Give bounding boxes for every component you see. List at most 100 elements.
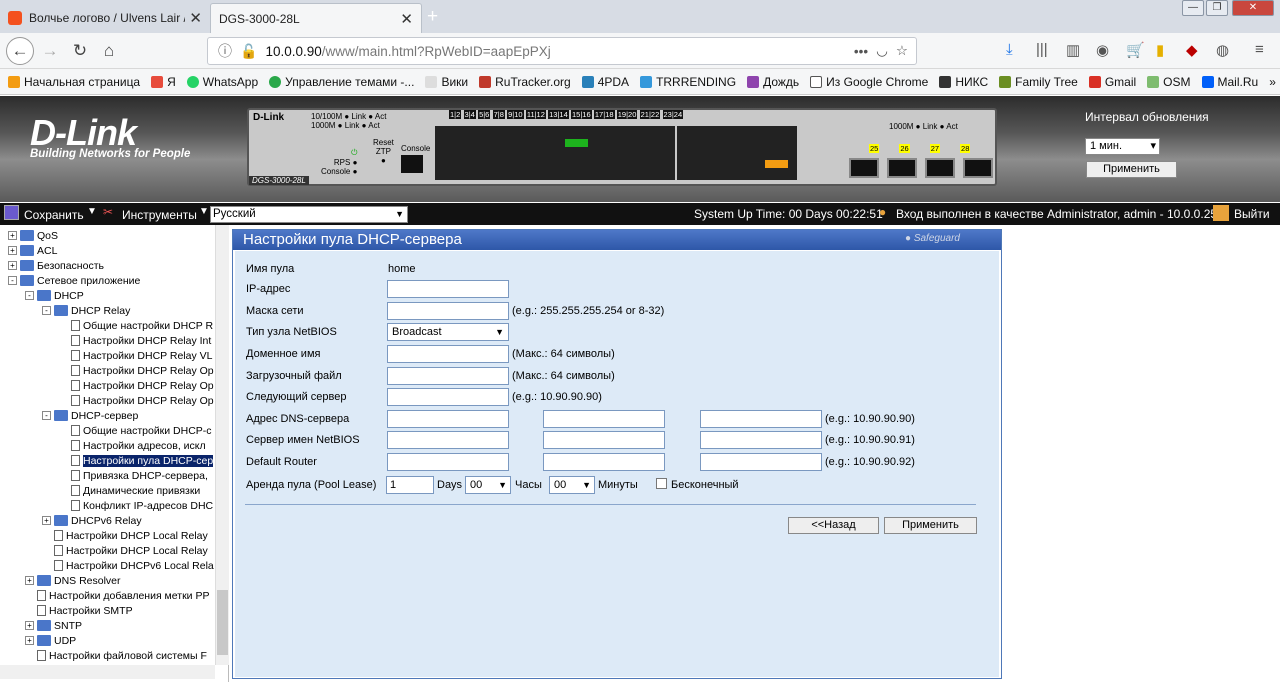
save-menu[interactable]: Сохранить bbox=[24, 208, 84, 222]
expand-icon[interactable]: + bbox=[8, 261, 17, 270]
tools-icon[interactable]: ✂ bbox=[103, 205, 113, 219]
expand-icon[interactable]: + bbox=[42, 516, 51, 525]
tree-node[interactable]: Привязка DHCP-сервера, bbox=[59, 468, 208, 483]
apply-button[interactable]: Применить bbox=[884, 517, 977, 534]
close-icon[interactable]: ✕ bbox=[189, 9, 202, 27]
expand-icon[interactable]: + bbox=[8, 246, 17, 255]
tree-node[interactable]: Динамические привязки bbox=[59, 483, 200, 498]
bookmark-flag-icon[interactable]: ▮ bbox=[1156, 41, 1164, 59]
bookmark-item[interactable]: WhatsApp bbox=[186, 75, 258, 89]
bookmark-item[interactable]: Дождь bbox=[747, 75, 799, 89]
more-bookmarks-icon[interactable]: » bbox=[1269, 75, 1276, 89]
interval-apply-button[interactable]: Применить bbox=[1086, 161, 1177, 178]
tree-horizontal-scrollbar[interactable] bbox=[0, 665, 215, 679]
tree-node[interactable]: Общие настройки DHCP R bbox=[59, 318, 213, 333]
page-actions-icon[interactable]: ••• bbox=[854, 44, 868, 59]
bookmark-item[interactable]: НИКС bbox=[939, 75, 988, 89]
tree-node[interactable]: + DNS Resolver bbox=[25, 573, 121, 588]
window-close-icon[interactable]: ✕ bbox=[1232, 0, 1274, 16]
info-icon[interactable]: ⓘ bbox=[218, 41, 232, 61]
language-select[interactable]: Русский ▼ bbox=[210, 206, 408, 223]
tree-node[interactable]: + ACL bbox=[8, 243, 57, 258]
lease-days-input[interactable]: 1 bbox=[386, 476, 434, 494]
tree-node[interactable]: Настройки DHCPv6 Local Rela bbox=[42, 558, 214, 573]
bookmark-item[interactable]: TRRRENDING bbox=[640, 75, 736, 89]
dns-input-1[interactable] bbox=[387, 410, 509, 428]
back-icon[interactable]: ← bbox=[6, 37, 34, 65]
lease-minutes-select[interactable]: 00 ▼ bbox=[549, 476, 595, 494]
tree-node[interactable]: Настройки DHCP Relay Int bbox=[59, 333, 211, 348]
netbios-type-select[interactable]: Broadcast ▼ bbox=[387, 323, 509, 341]
tree-node[interactable]: Общие настройки DHCP-с bbox=[59, 423, 212, 438]
tools-menu[interactable]: Инструменты bbox=[122, 208, 197, 222]
expand-icon[interactable]: + bbox=[25, 621, 34, 630]
router-input-3[interactable] bbox=[700, 453, 822, 471]
netbios-server-input-1[interactable] bbox=[387, 431, 509, 449]
bookmark-item[interactable]: 4PDA bbox=[581, 75, 629, 89]
url-bar[interactable]: ⓘ 🔓 10.0.0.90/www/main.html?RpWebID=aapE… bbox=[207, 37, 917, 65]
tree-node[interactable]: + QoS bbox=[8, 228, 58, 243]
close-icon[interactable]: ✕ bbox=[400, 10, 413, 28]
tree-scrollbar-thumb[interactable] bbox=[217, 590, 228, 655]
bookmark-item[interactable]: Вики bbox=[425, 75, 468, 89]
back-button[interactable]: <<Назад bbox=[788, 517, 879, 534]
netbios-server-input-3[interactable] bbox=[700, 431, 822, 449]
refresh-interval-select[interactable]: 1 мин. ▾ bbox=[1085, 138, 1160, 155]
globe-icon[interactable]: ◍ bbox=[1216, 41, 1229, 59]
sidebar-icon[interactable]: ▥ bbox=[1066, 41, 1080, 59]
router-input-1[interactable] bbox=[387, 453, 509, 471]
bookmark-item[interactable]: RuTracker.org bbox=[479, 75, 571, 89]
bookmark-item[interactable]: Family Tree bbox=[999, 75, 1078, 89]
home-icon[interactable]: ⌂ bbox=[97, 39, 121, 63]
tree-node[interactable]: Настройки пула DHCP-сер bbox=[59, 453, 214, 468]
mask-input[interactable] bbox=[387, 302, 509, 320]
account-icon[interactable]: ◉ bbox=[1096, 41, 1109, 59]
pocket-icon[interactable]: ◡ bbox=[876, 43, 888, 59]
collapse-icon[interactable]: - bbox=[42, 411, 51, 420]
tree-node[interactable]: Настройки DHCP Relay Op bbox=[59, 363, 214, 378]
bookmark-item[interactable]: Mail.Ru bbox=[1201, 75, 1258, 89]
tree-node[interactable]: Настройки добавления метки PP bbox=[25, 588, 209, 603]
logout-icon[interactable] bbox=[1213, 205, 1229, 221]
bookmark-item[interactable]: Начальная страница bbox=[8, 75, 140, 89]
collapse-icon[interactable]: - bbox=[25, 291, 34, 300]
tree-node[interactable]: - Сетевое приложение bbox=[8, 273, 140, 288]
bookmark-item[interactable]: OSM bbox=[1147, 75, 1191, 89]
forward-icon[interactable]: → bbox=[38, 39, 62, 63]
tree-node[interactable]: Конфликт IP-адресов DHC bbox=[59, 498, 213, 513]
bookmark-item[interactable]: Из Google Chrome bbox=[810, 75, 928, 89]
lease-hours-select[interactable]: 00 ▼ bbox=[465, 476, 511, 494]
reload-icon[interactable]: ↻ bbox=[68, 39, 92, 63]
bookmark-star-icon[interactable]: ☆ bbox=[896, 43, 908, 59]
tree-node[interactable]: Настройки адресов, искл bbox=[59, 438, 206, 453]
dns-input-3[interactable] bbox=[700, 410, 822, 428]
expand-icon[interactable]: + bbox=[25, 636, 34, 645]
tree-node[interactable]: - DHCP-сервер bbox=[42, 408, 138, 423]
tree-node[interactable]: + SNTP bbox=[25, 618, 82, 633]
cart-icon[interactable]: 🛒 bbox=[1126, 41, 1145, 59]
netbios-server-input-2[interactable] bbox=[543, 431, 665, 449]
dns-input-2[interactable] bbox=[543, 410, 665, 428]
tree-node[interactable]: + UDP bbox=[25, 633, 76, 648]
tree-node[interactable]: Настройки DHCP Relay Op bbox=[59, 393, 214, 408]
boot-file-input[interactable] bbox=[387, 367, 509, 385]
tree-node[interactable]: - DHCP bbox=[25, 288, 84, 303]
collapse-icon[interactable]: - bbox=[42, 306, 51, 315]
new-tab-icon[interactable]: + bbox=[427, 6, 438, 28]
tree-node[interactable]: + DHCPv6 Relay bbox=[42, 513, 142, 528]
tree-node[interactable]: Настройки SMTP bbox=[25, 603, 133, 618]
collapse-icon[interactable]: - bbox=[8, 276, 17, 285]
tree-node[interactable]: Настройки DHCP Local Relay bbox=[42, 528, 208, 543]
chevron-down-icon[interactable]: ▼ bbox=[87, 206, 97, 217]
bookmark-item[interactable]: Gmail bbox=[1088, 75, 1136, 89]
library-icon[interactable]: ||| bbox=[1036, 41, 1048, 58]
infinite-checkbox[interactable] bbox=[656, 478, 667, 489]
menu-icon[interactable]: ≡ bbox=[1255, 41, 1264, 58]
expand-icon[interactable]: + bbox=[8, 231, 17, 240]
browser-tab-1[interactable]: Волчье логово / Ulvens Lair / ✕ bbox=[0, 3, 210, 33]
browser-tab-2[interactable]: DGS-3000-28L ✕ bbox=[210, 3, 422, 33]
ublock-icon[interactable]: ◆ bbox=[1186, 41, 1198, 59]
tree-node[interactable]: - DHCP Relay bbox=[42, 303, 130, 318]
logout-link[interactable]: Выйти bbox=[1234, 207, 1270, 221]
tree-node[interactable]: Настройки DHCP Relay Op bbox=[59, 378, 214, 393]
